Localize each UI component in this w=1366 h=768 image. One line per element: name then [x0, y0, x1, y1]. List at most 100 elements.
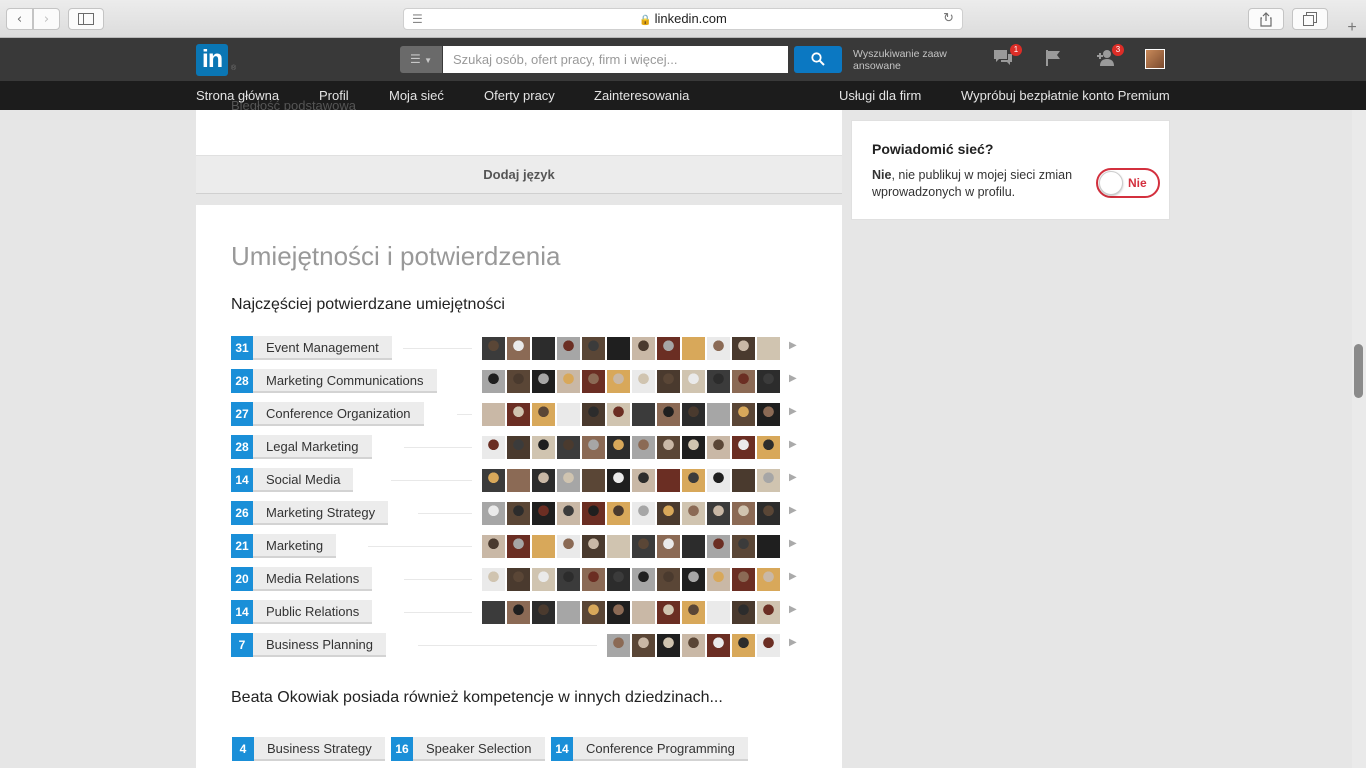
expand-arrow-icon[interactable]: ▶	[789, 637, 797, 648]
skill-name[interactable]: Public Relations	[253, 600, 373, 624]
endorser-avatar[interactable]	[507, 337, 530, 360]
back-button[interactable]: ‹	[6, 8, 33, 30]
endorser-avatar[interactable]	[507, 601, 530, 624]
skill-row[interactable]: 28 Marketing Communications ▶	[231, 369, 806, 393]
endorser-avatar[interactable]	[657, 370, 680, 393]
skill-name[interactable]: Conference Organization	[253, 402, 424, 426]
endorser-avatar[interactable]	[582, 535, 605, 558]
add-language-button[interactable]: Dodaj język	[196, 155, 842, 194]
skill-row[interactable]: 27 Conference Organization ▶	[231, 402, 806, 426]
endorser-avatar[interactable]	[532, 601, 555, 624]
endorser-avatar[interactable]	[607, 436, 630, 459]
endorser-avatar[interactable]	[607, 337, 630, 360]
endorser-avatar[interactable]	[482, 502, 505, 525]
endorser-avatar[interactable]	[582, 436, 605, 459]
notifications-button[interactable]	[1040, 48, 1066, 72]
endorser-avatar[interactable]	[632, 568, 655, 591]
endorsement-count[interactable]: 28	[231, 369, 253, 393]
endorser-avatar[interactable]	[532, 535, 555, 558]
endorser-avatar[interactable]	[607, 403, 630, 426]
endorser-avatar[interactable]	[582, 337, 605, 360]
endorser-avatar[interactable]	[557, 469, 580, 492]
skill-row[interactable]: 26 Marketing Strategy ▶	[231, 501, 806, 525]
endorser-avatar[interactable]	[582, 469, 605, 492]
endorser-avatar[interactable]	[582, 403, 605, 426]
linkedin-logo[interactable]: in	[196, 44, 228, 76]
skill-name[interactable]: Business Planning	[253, 633, 386, 657]
endorser-avatar[interactable]	[682, 469, 705, 492]
endorsement-count[interactable]: 14	[231, 600, 253, 624]
endorser-avatar[interactable]	[757, 370, 780, 393]
endorser-avatar[interactable]	[657, 634, 680, 657]
endorser-avatar[interactable]	[607, 634, 630, 657]
reader-icon[interactable]: ☰	[412, 9, 423, 29]
endorser-avatar[interactable]	[657, 502, 680, 525]
endorser-avatar[interactable]	[507, 370, 530, 393]
share-button[interactable]	[1248, 8, 1284, 30]
endorser-avatar[interactable]	[557, 502, 580, 525]
endorser-avatar[interactable]	[757, 436, 780, 459]
endorser-avatar[interactable]	[632, 502, 655, 525]
endorser-avatar[interactable]	[707, 535, 730, 558]
endorser-avatar[interactable]	[707, 634, 730, 657]
endorser-avatar[interactable]	[482, 436, 505, 459]
endorsement-count[interactable]: 16	[391, 737, 413, 761]
endorser-avatar[interactable]	[757, 469, 780, 492]
endorser-avatar[interactable]	[632, 403, 655, 426]
nav-network[interactable]: Moja sieć	[389, 81, 444, 110]
endorser-avatar[interactable]	[732, 535, 755, 558]
endorser-avatar[interactable]	[757, 568, 780, 591]
endorser-avatar[interactable]	[707, 370, 730, 393]
endorser-avatar[interactable]	[557, 568, 580, 591]
endorsement-count[interactable]: 4	[232, 737, 254, 761]
endorser-avatar[interactable]	[632, 469, 655, 492]
endorsement-count[interactable]: 27	[231, 402, 253, 426]
nav-premium[interactable]: Wypróbuj bezpłatnie konto Premium	[961, 81, 1170, 110]
address-bar[interactable]: ☰ 🔒 linkedin.com ↻	[403, 8, 963, 30]
endorsement-count[interactable]: 21	[231, 534, 253, 558]
endorser-avatar[interactable]	[532, 568, 555, 591]
forward-button[interactable]: ›	[33, 8, 60, 30]
skill-name[interactable]: Social Media	[253, 468, 354, 492]
endorser-avatar[interactable]	[732, 403, 755, 426]
endorser-avatar[interactable]	[507, 535, 530, 558]
skill-name[interactable]: Marketing Communications	[253, 369, 437, 393]
endorser-avatar[interactable]	[657, 469, 680, 492]
notify-toggle[interactable]: Nie	[1096, 168, 1160, 198]
skill-row[interactable]: 14 Social Media ▶	[231, 468, 806, 492]
endorser-avatar[interactable]	[532, 469, 555, 492]
skill-name[interactable]: Event Management	[253, 336, 392, 360]
endorsement-count[interactable]: 20	[231, 567, 253, 591]
sidebar-button[interactable]	[68, 8, 104, 30]
endorser-avatar[interactable]	[557, 403, 580, 426]
endorser-avatar[interactable]	[707, 568, 730, 591]
endorser-avatar[interactable]	[532, 337, 555, 360]
endorser-avatar[interactable]	[682, 634, 705, 657]
endorser-avatar[interactable]	[557, 436, 580, 459]
skill-row[interactable]: 7 Business Planning ▶	[231, 633, 806, 657]
endorser-avatar[interactable]	[682, 601, 705, 624]
endorser-avatar[interactable]	[582, 502, 605, 525]
endorser-avatar[interactable]	[532, 502, 555, 525]
endorser-avatar[interactable]	[557, 337, 580, 360]
search-input[interactable]	[443, 46, 788, 73]
endorser-avatar[interactable]	[582, 568, 605, 591]
endorser-avatar[interactable]	[707, 601, 730, 624]
endorser-avatar[interactable]	[682, 436, 705, 459]
skill-row[interactable]: 28 Legal Marketing ▶	[231, 435, 806, 459]
endorsement-count[interactable]: 31	[231, 336, 253, 360]
skill-name[interactable]: Marketing	[253, 534, 337, 558]
endorser-avatar[interactable]	[482, 568, 505, 591]
endorser-avatar[interactable]	[657, 337, 680, 360]
endorser-avatar[interactable]	[632, 370, 655, 393]
endorser-avatar[interactable]	[732, 436, 755, 459]
expand-arrow-icon[interactable]: ▶	[789, 340, 797, 351]
endorser-avatar[interactable]	[632, 601, 655, 624]
other-skill[interactable]: 14 Conference Programming	[551, 737, 751, 761]
expand-arrow-icon[interactable]: ▶	[789, 505, 797, 516]
endorsement-count[interactable]: 14	[231, 468, 253, 492]
endorser-avatar[interactable]	[632, 634, 655, 657]
endorser-avatar[interactable]	[707, 469, 730, 492]
endorser-avatar[interactable]	[757, 502, 780, 525]
nav-interests[interactable]: Zainteresowania	[594, 81, 689, 110]
